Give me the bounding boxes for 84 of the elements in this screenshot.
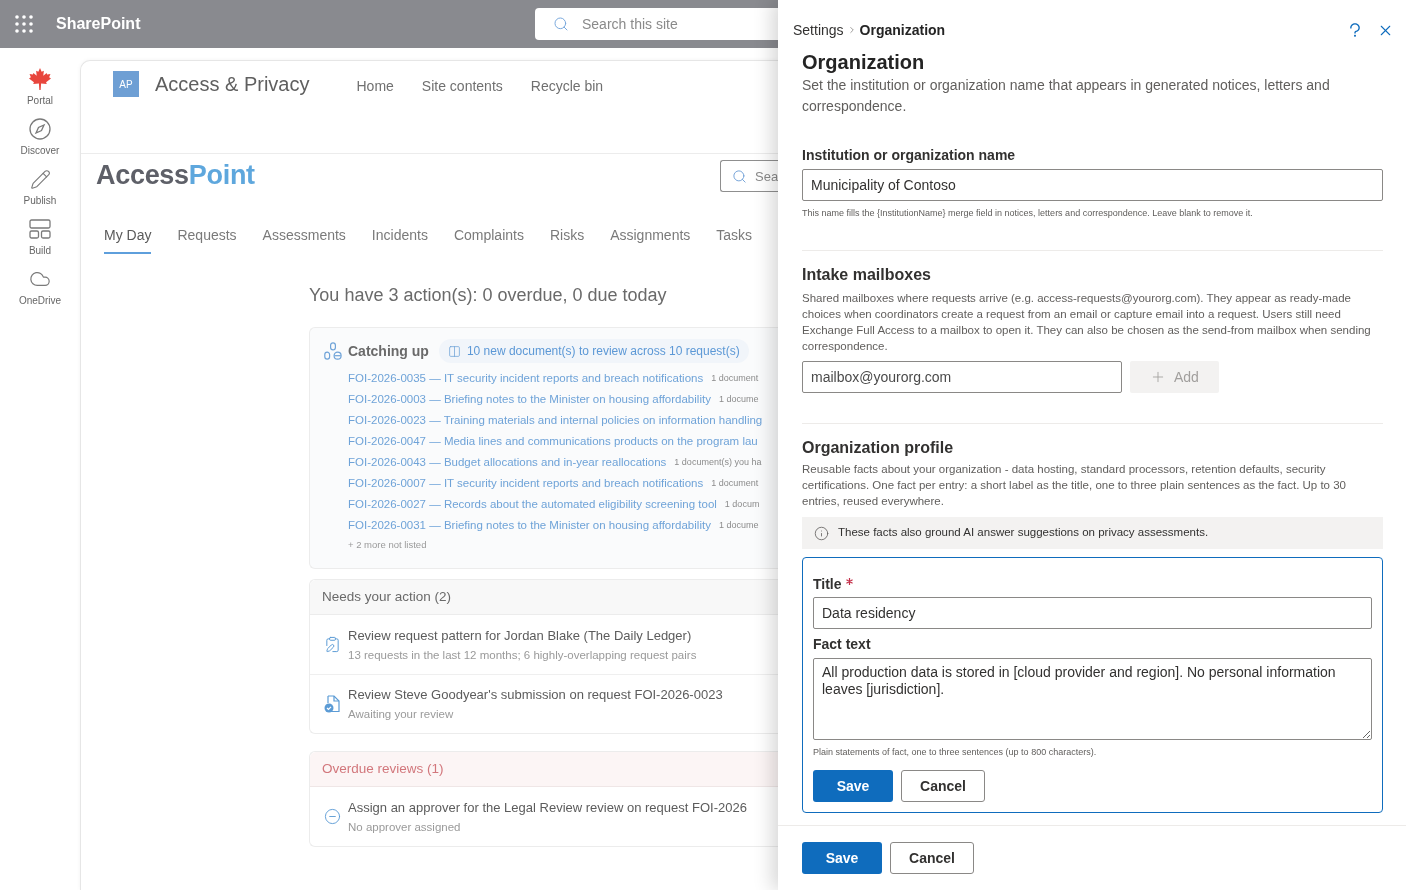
app-bar-link[interactable]: Discover	[0, 118, 80, 168]
compass-icon	[29, 118, 51, 140]
app-bar-link[interactable]: Publish	[0, 168, 80, 218]
more-note: + 2 more not listed	[348, 538, 427, 552]
request-link[interactable]: FOI-2026-0003 — Briefing notes to the Minister on housing affordability	[348, 390, 711, 409]
layout-icon	[29, 219, 51, 239]
text-field[interactable]: Data residency	[813, 597, 1372, 629]
field-label: Institution or organization name	[802, 146, 1016, 164]
section-header: Needs your action (2)	[310, 580, 778, 615]
tab[interactable]: My Day	[104, 218, 152, 254]
document-count: 1 document	[711, 476, 759, 490]
waffle-icon[interactable]	[15, 15, 33, 33]
site-logo: AP	[113, 71, 139, 97]
tab[interactable]: Assessments	[262, 218, 346, 254]
document-count: 1 document(s) you ha	[674, 455, 762, 469]
app-name[interactable]: SharePoint	[56, 12, 141, 36]
section-title: Catching up	[348, 341, 429, 361]
documents-link[interactable]: 10 new document(s) to review across 10 request(s)	[438, 339, 749, 363]
search-field[interactable]: Search this site	[535, 8, 778, 40]
request-link[interactable]: FOI-2026-0007 — IT security incident reports and breach notifications	[348, 474, 704, 493]
section-heading: Intake mailboxes	[802, 265, 931, 285]
nav-link[interactable]: Site contents	[421, 75, 503, 97]
clipboard-pen-icon	[323, 636, 341, 653]
section-description: Reusable facts about your organization - data hosting, standard processors, retention defaults, security certifications. One fact per entry: a short label as the title, one to three plain sentences as the fact. Up to 30 entries, reused everywhere.	[802, 462, 1347, 509]
panel-description: Set the institution or organization name that appears in generated notices, letters and correspondence.	[802, 76, 1331, 116]
action-subtitle: Awaiting your review	[348, 707, 455, 722]
primary-button[interactable]: Save	[802, 842, 882, 874]
tab[interactable]: Incidents	[371, 218, 428, 254]
secondary-button[interactable]: Cancel	[890, 842, 974, 874]
request-link[interactable]: FOI-2026-0047 — Media lines and communications products on the program lau	[348, 432, 758, 451]
search-field[interactable]: Sea	[720, 160, 778, 192]
action-title[interactable]: Review request pattern for Jordan Blake (The Daily Ledger)	[348, 626, 697, 645]
tab[interactable]: Requests	[177, 218, 237, 254]
app-bar-link[interactable]: Build	[0, 218, 80, 268]
document-count: 1 docume	[718, 518, 759, 532]
info-text: These facts also ground AI answer suggestions on privacy assessments.	[838, 525, 1209, 541]
field-label: Title	[813, 575, 842, 593]
info-icon	[814, 525, 829, 541]
breadcrumb-link[interactable]: Settings	[793, 19, 844, 41]
email-field[interactable]: mailbox@yourorg.com	[802, 361, 1122, 393]
summary-heading: You have 3 action(s): 0 overdue, 0 due today	[309, 284, 668, 307]
maple-leaf-icon	[29, 68, 51, 90]
document-check-icon	[324, 695, 340, 713]
breadcrumb-current[interactable]: Organization	[859, 19, 946, 41]
app-bar-link[interactable]: OneDrive	[0, 268, 80, 318]
search-icon	[732, 169, 747, 184]
app-bar-link[interactable]: Portal	[0, 68, 80, 118]
request-link[interactable]: FOI-2026-0035 — IT security incident reports and breach notifications	[348, 369, 704, 388]
action-subtitle: 13 requests in the last 12 months; 6 highly-overlapping request pairs	[348, 647, 697, 663]
action-title[interactable]: Review Steve Goodyear's submission on request FOI-2026-0023	[348, 686, 723, 704]
nav-link[interactable]: Recycle bin	[530, 75, 604, 97]
primary-button[interactable]: Save	[813, 770, 893, 802]
section-heading: Organization profile	[802, 438, 954, 458]
action-subtitle: No approver assigned	[348, 819, 462, 835]
tab[interactable]: Complaints	[453, 218, 524, 254]
secondary-button[interactable]: Cancel	[901, 770, 985, 802]
document-count: 1 docum	[724, 497, 760, 511]
pencil-icon	[29, 168, 51, 190]
circle-minus-icon	[323, 808, 341, 825]
tab[interactable]: Tasks	[716, 218, 753, 254]
tab[interactable]: Risks	[549, 218, 585, 254]
field-hint: Plain statements of fact, one to three sentences (up to 800 characters).	[813, 746, 1097, 758]
app-logo: AccessPoint	[96, 160, 255, 190]
plus-icon	[1150, 369, 1166, 385]
field-hint: This name fills the {InstitutionName} merge field in notices, letters and correspondence. Leave blank to remove it.	[802, 207, 1253, 219]
tab[interactable]: Assignments	[610, 218, 691, 254]
columns-icon	[447, 344, 461, 358]
search-icon	[553, 16, 569, 32]
panel-title: Organization	[802, 50, 925, 75]
shapes-icon	[324, 342, 342, 360]
request-link[interactable]: FOI-2026-0023 — Training materials and internal policies on information handling	[348, 411, 763, 430]
text-area[interactable]: All production data is stored in [cloud provider and region]. No personal information leaves [jurisdiction].	[813, 658, 1372, 740]
nav-link[interactable]: Home	[356, 75, 394, 97]
request-link[interactable]: FOI-2026-0027 — Records about the automated eligibility screening tool	[348, 495, 717, 514]
request-link[interactable]: FOI-2026-0031 — Briefing notes to the Minister on housing affordability	[348, 516, 711, 535]
action-title[interactable]: Assign an approver for the Legal Review review on request FOI-2026	[348, 798, 747, 817]
document-count: 1 docume	[718, 392, 759, 406]
section-description: Shared mailboxes where requests arrive (e.g. access-requests@yourorg.com). They appear as ready-made choices when coordinators create a request from an email or capture email into a request. Users still need Exchange Full Access to a mailbox to open it. They can also be chosen as the send-from mailbox when sending correspondence.	[802, 291, 1372, 354]
request-link[interactable]: FOI-2026-0043 — Budget allocations and in-year reallocations	[348, 453, 667, 472]
text-field[interactable]: Municipality of Contoso	[802, 169, 1383, 201]
field-label: Fact text	[813, 635, 871, 653]
document-count: 1 document	[711, 371, 759, 385]
site-title: Access & Privacy	[155, 72, 310, 97]
section-header: Overdue reviews (1)	[310, 752, 778, 787]
